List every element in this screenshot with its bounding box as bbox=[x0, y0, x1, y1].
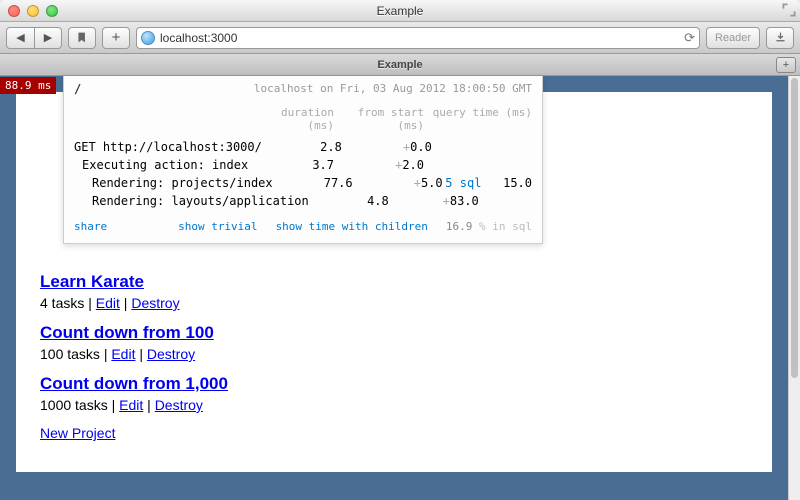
new-tab-button[interactable]: + bbox=[776, 57, 796, 73]
back-button[interactable]: ◀ bbox=[6, 27, 34, 49]
vertical-scrollbar[interactable] bbox=[788, 76, 800, 500]
reader-button[interactable]: Reader bbox=[706, 27, 760, 49]
project-title-link[interactable]: Count down from 100 bbox=[40, 323, 214, 342]
profiler-row-duration: 2.8 bbox=[262, 140, 342, 154]
profiler-row-query bbox=[424, 158, 532, 172]
profiler-row[interactable]: GET http://localhost:3000/2.8+0.0 bbox=[64, 138, 542, 156]
profiler-row-from-start: +83.0 bbox=[389, 194, 479, 208]
project-edit-link[interactable]: Edit bbox=[96, 295, 120, 311]
fullscreen-icon[interactable] bbox=[782, 3, 796, 17]
project-edit-link[interactable]: Edit bbox=[111, 346, 135, 362]
col-from-start: from start (ms) bbox=[334, 106, 424, 132]
project-title-link[interactable]: Learn Karate bbox=[40, 272, 144, 291]
project-item: Learn Karate 4 tasks | Edit | Destroy bbox=[40, 272, 772, 311]
profiler-row-from-start: +2.0 bbox=[334, 158, 424, 172]
profiler-row-from-start: +5.0 bbox=[353, 176, 443, 190]
project-item: Count down from 1,000 1000 tasks | Edit |… bbox=[40, 374, 772, 413]
profiler-row-label: Executing action: index bbox=[74, 158, 254, 172]
bookmarks-button[interactable] bbox=[68, 27, 96, 49]
forward-button[interactable]: ▶ bbox=[34, 27, 62, 49]
project-meta: 1000 tasks | Edit | Destroy bbox=[40, 397, 772, 413]
profiler-row[interactable]: Rendering: layouts/application4.8+83.0 bbox=[64, 192, 542, 210]
project-destroy-link[interactable]: Destroy bbox=[155, 397, 203, 413]
profiler-sql-percent: 16.9 % in sql bbox=[446, 220, 532, 233]
url-bar[interactable]: localhost:3000 ⟳ bbox=[136, 27, 700, 49]
globe-icon bbox=[141, 31, 155, 45]
project-title-link[interactable]: Count down from 1,000 bbox=[40, 374, 228, 393]
tab-title[interactable]: Example bbox=[0, 59, 800, 71]
profiler-path: / bbox=[74, 82, 81, 96]
profiler-row-label: Rendering: projects/index bbox=[74, 176, 273, 190]
project-edit-link[interactable]: Edit bbox=[119, 397, 143, 413]
url-text: localhost:3000 bbox=[160, 31, 679, 45]
profiler-row-duration: 77.6 bbox=[273, 176, 353, 190]
project-destroy-link[interactable]: Destroy bbox=[131, 295, 179, 311]
profiler-row[interactable]: Rendering: projects/index77.6+5.05 sql 1… bbox=[64, 174, 542, 192]
profiler-show-children-link[interactable]: show time with children bbox=[276, 220, 428, 233]
profiler-row-duration: 3.7 bbox=[254, 158, 334, 172]
profiler-row-query bbox=[479, 194, 532, 208]
profiler-row-from-start: +0.0 bbox=[342, 140, 432, 154]
scrollbar-thumb[interactable] bbox=[791, 78, 798, 378]
col-duration: duration (ms) bbox=[254, 106, 334, 132]
window-titlebar: Example bbox=[0, 0, 800, 22]
tab-bar: Example + bbox=[0, 54, 800, 76]
profiler-row-query bbox=[432, 140, 532, 154]
profiler-timestamp: localhost on Fri, 03 Aug 2012 18:00:50 G… bbox=[254, 82, 532, 96]
profiler-panel: / localhost on Fri, 03 Aug 2012 18:00:50… bbox=[63, 76, 543, 244]
profiler-row-label: GET http://localhost:3000/ bbox=[74, 140, 262, 154]
profiler-row-duration: 4.8 bbox=[309, 194, 389, 208]
downloads-button[interactable] bbox=[766, 27, 794, 49]
reload-icon[interactable]: ⟳ bbox=[684, 30, 695, 46]
project-item: Count down from 100 100 tasks | Edit | De… bbox=[40, 323, 772, 362]
profiler-show-trivial-link[interactable]: show trivial bbox=[178, 220, 257, 233]
project-meta: 4 tasks | Edit | Destroy bbox=[40, 295, 772, 311]
profiler-row-query: 5 sql 15.0 bbox=[443, 176, 532, 190]
window-title: Example bbox=[0, 4, 800, 18]
project-meta: 100 tasks | Edit | Destroy bbox=[40, 346, 772, 362]
profiler-row-label: Rendering: layouts/application bbox=[74, 194, 309, 208]
profiler-row[interactable]: Executing action: index3.7+2.0 bbox=[64, 156, 542, 174]
new-project-link[interactable]: New Project bbox=[40, 425, 115, 441]
profiler-share-link[interactable]: share bbox=[74, 220, 107, 233]
project-destroy-link[interactable]: Destroy bbox=[147, 346, 195, 362]
col-query-time: query time (ms) bbox=[424, 106, 532, 132]
profiler-badge[interactable]: 88.9 ms bbox=[0, 77, 56, 94]
browser-toolbar: ◀ ▶ + localhost:3000 ⟳ Reader bbox=[0, 22, 800, 54]
add-button[interactable]: + bbox=[102, 27, 130, 49]
